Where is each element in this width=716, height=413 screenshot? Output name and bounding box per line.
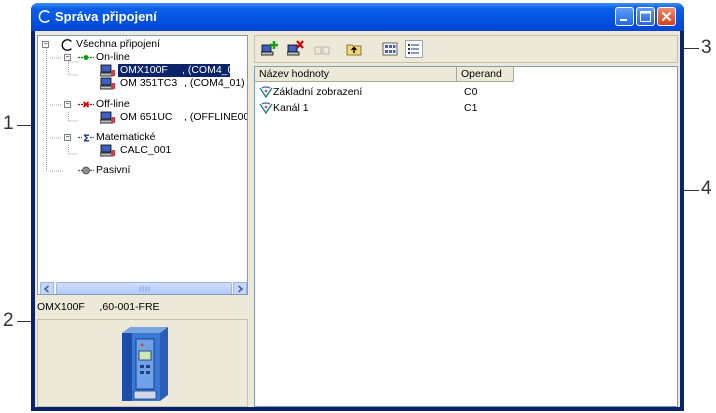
maximize-button[interactable] [636,7,655,26]
connection-icon [61,39,72,51]
device-image-panel [37,319,248,407]
window-title: Správa připojení [55,9,157,24]
chevron-left-icon [43,285,50,293]
grip-icon [139,286,150,292]
minimize-button[interactable] [615,7,634,26]
callout-2: 2 [3,310,14,331]
detail-view-button[interactable] [405,40,423,58]
copy-button[interactable] [313,40,331,58]
icon-view-button[interactable] [381,40,399,58]
value-name: Základní zobrazení [273,86,363,98]
connection-tree[interactable]: − Všechna připojení − On-line OMX100F, (… [37,35,248,295]
add-icon [260,41,278,56]
callout-4: 4 [701,178,712,199]
device-info-label: OMX100F ,60-001-FRE [37,301,160,313]
computer-icon [100,144,115,157]
maximize-icon [640,11,651,22]
add-connection-button[interactable] [260,40,279,58]
value-name: Kanál 1 [273,102,309,114]
tree-node-label: Matematické [96,131,156,143]
column-header-operand[interactable]: Operand [457,67,514,82]
tree-horizontal-scrollbar[interactable] [40,282,247,294]
close-button[interactable] [657,7,676,26]
scroll-thumb[interactable] [56,282,232,294]
callout-3: 3 [701,37,712,58]
value-icon [259,86,273,98]
tree-node-label: Off-line [96,98,130,110]
value-icon [259,102,273,114]
svg-text:Σ: Σ [83,134,90,144]
chevron-right-icon [237,285,244,293]
tree-node-label: OMX100F, (COM4_00) [117,63,243,78]
close-icon [661,11,672,22]
online-icon [78,55,94,60]
collapse-toggle[interactable]: − [64,134,71,141]
toolbar [254,35,678,63]
collapse-toggle[interactable]: − [42,41,49,48]
delete-icon [286,40,304,56]
grid-view-icon [382,42,398,56]
minimize-icon [620,19,627,21]
tree-node-label: OM 651UC, (OFFLINE00 [120,111,248,123]
values-list[interactable]: Název hodnoty Operand Základní zobrazení… [254,66,678,407]
computer-icon [100,111,115,124]
scroll-right-button[interactable] [233,282,247,294]
collapse-toggle[interactable]: − [64,54,71,61]
connection-icon [38,10,50,23]
tree-node-label: Všechna připojení [76,38,161,50]
sigma-icon: Σ [78,134,94,144]
tree-node-label: OM 351TC3, (COM4_01) [120,77,245,89]
up-folder-button[interactable] [345,40,363,58]
tree-node-label: On-line [96,51,130,63]
column-header-name[interactable]: Název hodnoty [255,67,457,82]
client-area: − Všechna připojení − On-line OMX100F, (… [35,31,680,407]
connection-manager-window: Správa připojení − Všechna připojení − O… [31,3,684,411]
tree-node-label: CALC_001 [120,144,172,156]
value-operand: C1 [464,102,478,114]
folder-up-icon [346,44,362,56]
collapse-toggle[interactable]: − [64,101,71,108]
callout-1: 1 [3,113,14,134]
value-operand: C0 [464,86,478,98]
device-image [122,327,168,401]
passive-icon [78,166,94,175]
tree-node-label: Pasivní [96,164,131,176]
list-view-icon [408,44,419,54]
scroll-left-button[interactable] [40,282,54,294]
offline-icon [78,101,94,108]
computer-icon [100,77,115,90]
delete-connection-button[interactable] [286,40,305,58]
computer-icon [100,64,115,77]
title-bar[interactable]: Správa připojení [31,3,684,31]
copy-icon [314,46,330,55]
